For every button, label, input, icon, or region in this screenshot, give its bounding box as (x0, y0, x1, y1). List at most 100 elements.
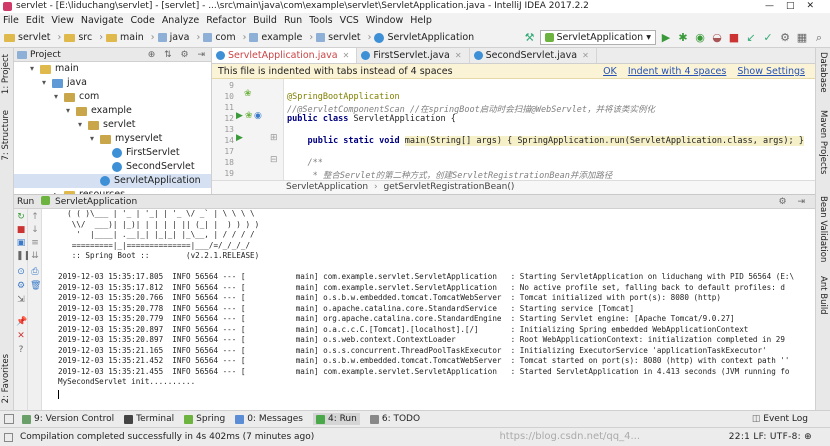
bottom-tab-terminal[interactable]: Terminal (124, 414, 174, 424)
run-panel-gear-icon[interactable]: ⚙ ⇥ (779, 195, 809, 209)
profile-icon[interactable]: ◒ (710, 31, 724, 45)
run-config-select[interactable]: ServletApplication ▾ (539, 30, 656, 45)
bottom-tab-run[interactable]: 4: Run (312, 413, 360, 425)
tree-item-myservlet[interactable]: ▾ myservlet (14, 132, 211, 146)
editor-tab[interactable]: ServletApplication.java ✕ (212, 48, 358, 63)
minimize-button[interactable]: — (765, 1, 786, 11)
settings-icon[interactable]: ⚙ (778, 31, 792, 45)
tree-item-servlet[interactable]: ▾ servlet (14, 118, 211, 132)
menu-refactor[interactable]: Refactor (206, 13, 246, 28)
expand-arrow-icon[interactable]: ▾ (54, 90, 64, 104)
tool-tab-structure[interactable]: 7: Structure (1, 110, 11, 161)
breadcrumb-item-servlet[interactable]: servlet (316, 32, 361, 43)
expand-arrow-icon[interactable]: ▾ (66, 104, 76, 118)
bottom-tab-todo[interactable]: 6: TODO (369, 414, 420, 424)
bottom-tab-spring[interactable]: Spring (184, 414, 225, 424)
close-tab-icon[interactable]: ✕ (582, 51, 589, 60)
breadcrumb-item-servletapplication[interactable]: ServletApplication (374, 32, 474, 43)
menu-build[interactable]: Build (253, 13, 277, 28)
vcs-commit-icon[interactable]: ✓ (761, 31, 775, 45)
tree-item-example[interactable]: ▾ example (14, 104, 211, 118)
notice-ok-link[interactable]: OK (603, 66, 617, 77)
menu-window[interactable]: Window (366, 13, 403, 28)
menu-vcs[interactable]: VCS (340, 13, 359, 28)
panel-gear-icon[interactable]: ⊕ ⇅ ⚙ ⇥ (148, 48, 208, 62)
editor-crumb-class[interactable]: ServletApplication (286, 182, 368, 192)
expand-arrow-icon[interactable]: ▾ (42, 76, 52, 90)
tool-tab-database[interactable]: Database (818, 52, 828, 93)
editor-tab[interactable]: SecondServlet.java ✕ (470, 48, 597, 63)
maximize-button[interactable]: □ (786, 1, 807, 11)
code-area[interactable]: ❀ ▶ ❀ ◉ ▶ ⊞ ⊟ 9 10 @SpringBootApplication 1… (212, 79, 815, 181)
down-arrow-icon[interactable]: ↓ (30, 225, 40, 235)
stop-icon[interactable]: ■ (727, 31, 741, 45)
menu-analyze[interactable]: Analyze (162, 13, 199, 28)
breadcrumb-item-main[interactable]: main (106, 32, 144, 43)
spring-bean-gutter-icon[interactable]: ❀ (244, 89, 252, 99)
stop-icon[interactable]: ■ (16, 225, 26, 235)
breadcrumb-item-example[interactable]: example (249, 32, 302, 43)
status-panel-icon[interactable] (4, 433, 13, 442)
pin-icon[interactable]: 📌 (16, 317, 27, 327)
help-icon[interactable]: ? (16, 345, 26, 355)
expand-arrow-icon[interactable]: ▾ (78, 118, 88, 132)
menu-edit[interactable]: Edit (26, 13, 44, 28)
window-controls[interactable]: —□✕ (765, 0, 826, 13)
tree-item-main[interactable]: ▾ main (14, 62, 211, 76)
tree-item-firstservlet[interactable]: FirstServlet (14, 146, 211, 160)
coverage-icon[interactable]: ◉ (693, 31, 707, 45)
tree-item-servletapplication[interactable]: ServletApplication (14, 174, 211, 188)
search-icon[interactable]: ⌕ (812, 31, 826, 45)
run-gutter-icon[interactable]: ▶ (236, 111, 243, 121)
menu-tools[interactable]: Tools (309, 13, 332, 28)
tree-item-com[interactable]: ▾ com (14, 90, 211, 104)
run-icon[interactable]: ▶ (659, 31, 673, 45)
event-log-button[interactable]: ◫ Event Log (752, 414, 808, 424)
status-right-info[interactable]: 22:1 LF: UTF-8: ⊕ (729, 428, 812, 446)
tree-item-secondservlet[interactable]: SecondServlet (14, 160, 211, 174)
project-panel-title[interactable]: Project (30, 50, 61, 60)
menu-run[interactable]: Run (284, 13, 302, 28)
pause-icon[interactable]: ❚❚ (16, 251, 31, 261)
close-tab-icon[interactable]: ✕ (343, 51, 350, 60)
restore-layout-icon[interactable]: ▣ (16, 238, 26, 248)
notice-indent-link[interactable]: Indent with 4 spaces (628, 66, 727, 77)
bottom-tab-messages[interactable]: 0: Messages (235, 414, 303, 424)
clear-all-icon[interactable]: 🗑 (30, 281, 41, 291)
close-button[interactable]: ✕ (806, 1, 826, 11)
breadcrumb-item-src[interactable]: src (64, 32, 92, 43)
editor-tab[interactable]: FirstServlet.java ✕ (357, 48, 470, 63)
settings-run-icon[interactable]: ⚙ (16, 281, 26, 291)
tool-tab-project[interactable]: 1: Project (1, 54, 11, 94)
export-icon[interactable]: ⇲ (16, 295, 26, 305)
tool-tab-ant-build[interactable]: Ant Build (818, 276, 828, 315)
run-config-tab[interactable]: ServletApplication (55, 197, 137, 207)
soft-wrap-icon[interactable]: ≡ (30, 238, 40, 248)
dump-threads-icon[interactable]: ⊙ (16, 267, 26, 277)
print-icon[interactable]: ⎙ (30, 267, 40, 277)
close-tab-icon[interactable]: ✕ (455, 51, 462, 60)
build-hammer-icon[interactable]: ⚒ (523, 31, 537, 45)
console-output[interactable]: ( ( )\___ | '_ | '_| | '_ \/ _` | \ \ \ … (44, 209, 815, 411)
bottom-tab-versioncontrol[interactable]: 9: Version Control (22, 414, 114, 424)
notice-settings-link[interactable]: Show Settings (737, 66, 805, 77)
bean-gutter-icon[interactable]: ◉ (254, 111, 262, 121)
editor-crumb-method[interactable]: getServletRegistrationBean() (384, 182, 515, 192)
breadcrumb-item-com[interactable]: com (203, 32, 236, 43)
toggle-tool-windows-icon[interactable] (4, 414, 14, 424)
menu-view[interactable]: View (51, 13, 74, 28)
fold-icon[interactable]: ⊞ (270, 133, 278, 143)
rerun-icon[interactable]: ↻ (16, 212, 26, 222)
close-run-icon[interactable]: ✕ (16, 331, 26, 341)
menu-navigate[interactable]: Navigate (81, 13, 124, 28)
menu-code[interactable]: Code (130, 13, 154, 28)
up-arrow-icon[interactable]: ↑ (30, 212, 40, 222)
project-structure-icon[interactable]: ▦ (795, 31, 809, 45)
vcs-update-icon[interactable]: ↙ (744, 31, 758, 45)
spring-gutter-icon[interactable]: ❀ (245, 111, 253, 121)
menu-help[interactable]: Help (410, 13, 432, 28)
menu-file[interactable]: File (3, 13, 19, 28)
debug-icon[interactable]: ✱ (676, 31, 690, 45)
run-main-gutter-icon[interactable]: ▶ (236, 133, 243, 143)
tool-tab-maven[interactable]: Maven Projects (818, 110, 828, 174)
